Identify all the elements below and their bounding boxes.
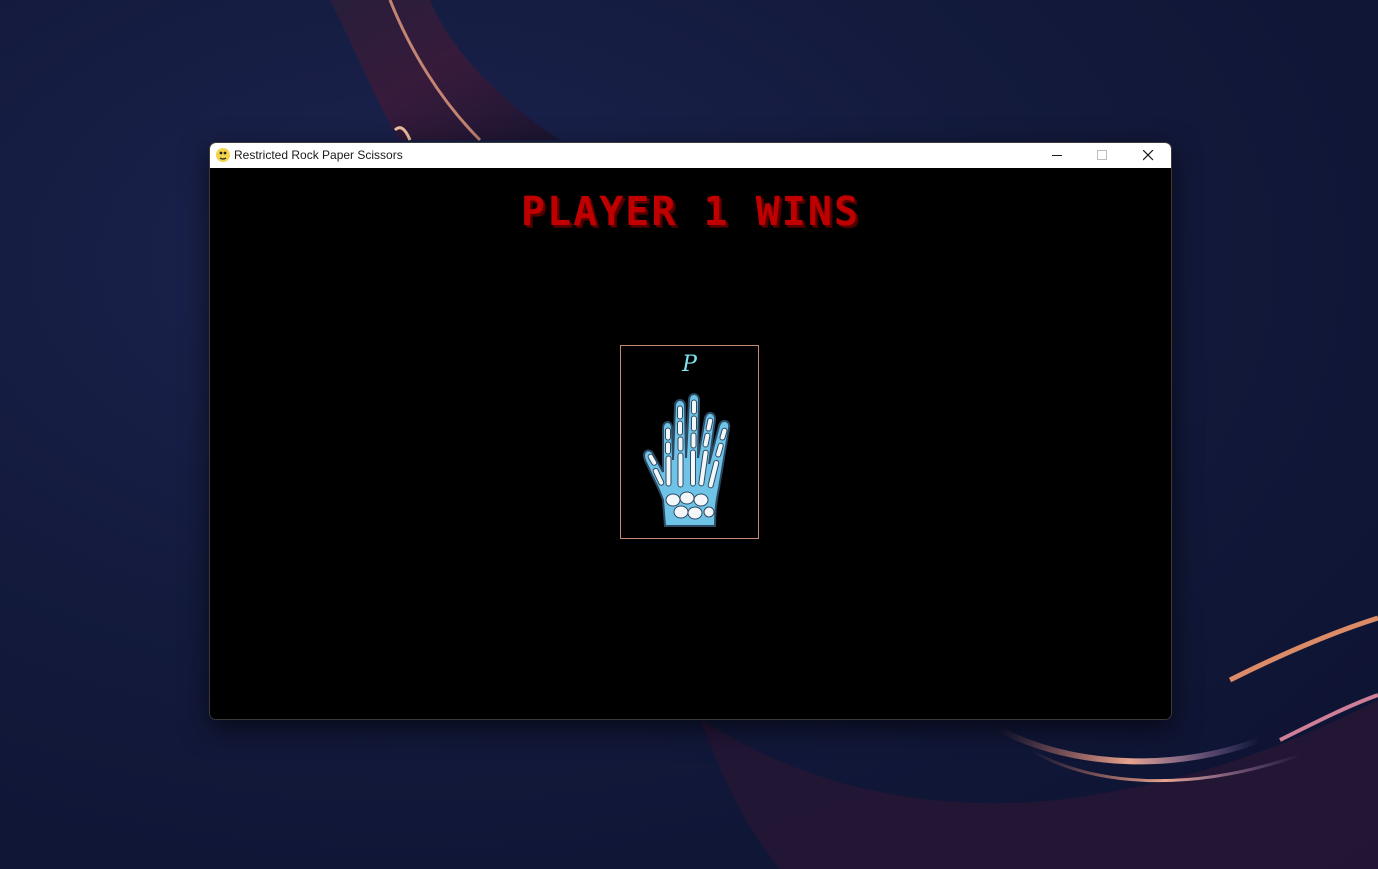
game-window: Restricted Rock Paper Scissors PLAYER 1 … xyxy=(209,142,1172,720)
window-title: Restricted Rock Paper Scissors xyxy=(234,148,403,162)
maximize-icon xyxy=(1097,150,1107,160)
skeleton-hand-paper-icon xyxy=(643,393,731,527)
result-title: PLAYER 1 WINS xyxy=(520,189,861,235)
close-button[interactable] xyxy=(1125,143,1171,168)
title-bar[interactable]: Restricted Rock Paper Scissors xyxy=(210,143,1171,168)
game-canvas[interactable]: PLAYER 1 WINS P xyxy=(210,168,1171,719)
pygame-snake-icon xyxy=(216,148,230,162)
maximize-button[interactable] xyxy=(1079,143,1125,168)
paper-card[interactable]: P xyxy=(620,345,759,539)
minimize-icon xyxy=(1052,155,1062,156)
card-letter: P xyxy=(682,352,697,377)
close-icon xyxy=(1143,150,1154,161)
minimize-button[interactable] xyxy=(1034,143,1080,168)
